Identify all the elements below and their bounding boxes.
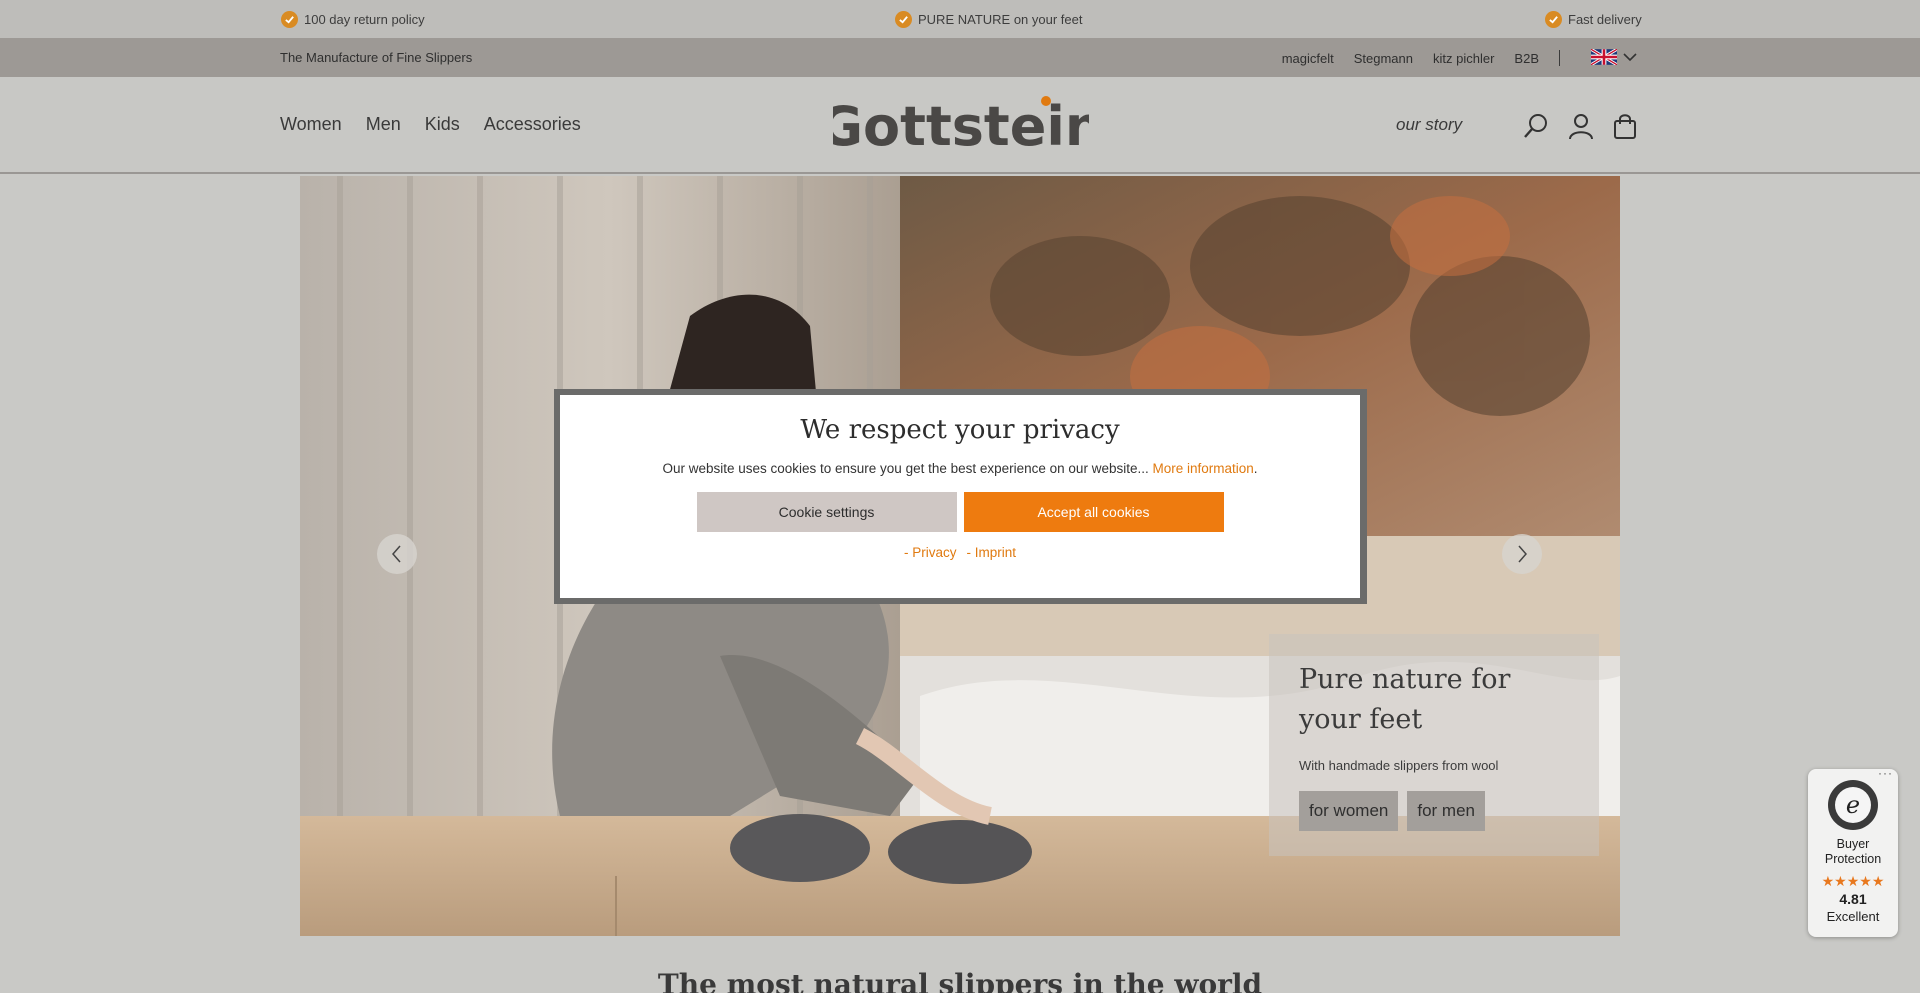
more-information-link[interactable]: More information xyxy=(1152,461,1253,476)
cookie-text-end: . xyxy=(1253,461,1258,476)
rating-stars: ★★★★★ xyxy=(1821,873,1885,889)
usp-label: Fast delivery xyxy=(1568,11,1642,27)
hero-title: Pure nature for your feet xyxy=(1299,664,1511,735)
cookie-text: Our website uses cookies to ensure you g… xyxy=(560,461,1360,476)
hero-buttons: for women for men xyxy=(1299,791,1569,831)
cookie-consent-dialog: We respect your privacy Our website uses… xyxy=(560,395,1360,598)
chevron-left-icon xyxy=(392,545,401,563)
cookie-legal-links: - Privacy - Imprint xyxy=(560,545,1360,560)
cart-icon[interactable] xyxy=(1611,112,1639,140)
section-heading: The most natural slippers in the world xyxy=(657,968,1263,993)
trusted-shops-seal-icon: e xyxy=(1828,780,1878,830)
brand-link-kitz-pichler[interactable]: kitz pichler xyxy=(1433,51,1494,66)
usp-label: 100 day return policy xyxy=(304,11,425,27)
brand-link-b2b[interactable]: B2B xyxy=(1514,51,1539,66)
imprint-link[interactable]: - Imprint xyxy=(967,545,1017,560)
cookie-title: We respect your privacy xyxy=(800,415,1120,445)
rating-text: Excellent xyxy=(1826,909,1880,924)
usp-label: PURE NATURE on your feet xyxy=(918,11,1083,27)
site-header: Women Men Kids Accessories Gottstein our… xyxy=(0,77,1920,174)
usp-item: PURE NATURE on your feet xyxy=(895,10,1082,28)
nav-kids[interactable]: Kids xyxy=(425,114,460,135)
tagline: The Manufacture of Fine Slippers xyxy=(280,50,473,65)
for-women-button[interactable]: for women xyxy=(1299,791,1399,831)
brand-link-magicfelt[interactable]: magicfelt xyxy=(1282,51,1334,66)
svg-text:e: e xyxy=(1846,791,1860,819)
usp-item: Fast delivery xyxy=(1545,10,1642,28)
chevron-down-icon xyxy=(1623,53,1637,62)
uk-flag-icon xyxy=(1591,49,1617,65)
account-icon[interactable] xyxy=(1567,112,1595,140)
hero-subtitle: With handmade slippers from wool xyxy=(1299,758,1499,773)
trusted-shops-badge[interactable]: ··· e Buyer Protection ★★★★★ 4.81 Excell… xyxy=(1808,766,1898,937)
our-story-link[interactable]: our story xyxy=(1396,115,1462,135)
slider-next-button[interactable] xyxy=(1502,534,1542,574)
nav-women[interactable]: Women xyxy=(280,114,342,135)
for-men-button[interactable]: for men xyxy=(1407,791,1486,831)
chevron-right-icon xyxy=(1518,545,1527,563)
check-icon xyxy=(895,10,912,28)
privacy-link[interactable]: - Privacy xyxy=(904,545,957,560)
svg-text:Gottstein: Gottstein xyxy=(833,95,1089,155)
main-nav: Women Men Kids Accessories xyxy=(280,114,581,135)
accept-all-cookies-button[interactable]: Accept all cookies xyxy=(963,492,1224,532)
usp-bar: 100 day return policy PURE NATURE on you… xyxy=(0,0,1920,38)
cookie-buttons: Cookie settings Accept all cookies xyxy=(560,492,1360,532)
gottstein-logo[interactable]: Gottstein xyxy=(833,95,1089,155)
hero-text-card: Pure nature for your feet With handmade … xyxy=(1269,634,1599,856)
check-icon xyxy=(281,10,298,28)
divider xyxy=(1559,50,1560,66)
nav-accessories[interactable]: Accessories xyxy=(484,114,581,135)
brand-links: magicfelt Stegmann kitz pichler B2B xyxy=(1282,49,1560,67)
cookie-settings-button[interactable]: Cookie settings xyxy=(696,492,957,532)
search-icon[interactable] xyxy=(1522,112,1550,140)
slider-prev-button[interactable] xyxy=(377,534,417,574)
language-selector[interactable] xyxy=(1591,49,1637,65)
rating-score: 4.81 xyxy=(1839,891,1867,907)
usp-item: 100 day return policy xyxy=(281,10,425,28)
more-options-icon[interactable]: ··· xyxy=(1878,766,1893,780)
check-icon xyxy=(1545,10,1562,28)
brand-link-stegmann[interactable]: Stegmann xyxy=(1354,51,1413,66)
buyer-protection-label: Buyer Protection xyxy=(1824,837,1882,866)
nav-men[interactable]: Men xyxy=(366,114,401,135)
cookie-text-body: Our website uses cookies to ensure you g… xyxy=(662,461,1149,476)
